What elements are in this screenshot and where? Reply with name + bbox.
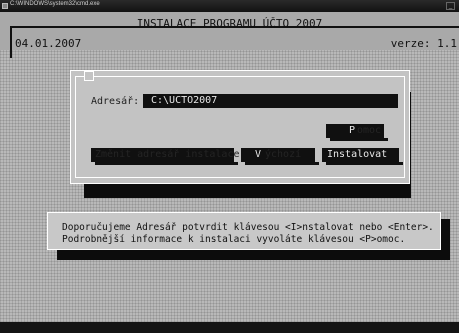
- header-date: 04.01.2007: [13, 37, 84, 50]
- default-button-label: ýchozí: [265, 149, 302, 160]
- directory-value: C:\UCTO2007: [151, 95, 218, 106]
- install-button-label: Instalovat: [327, 149, 388, 160]
- header-version: verze: 1.1: [388, 37, 459, 50]
- default-button[interactable]: V ýchozí: [241, 148, 315, 162]
- help-button[interactable]: P omoc: [326, 124, 384, 138]
- help-button-shadow: [330, 138, 388, 141]
- directory-label: Adresář:: [91, 96, 140, 107]
- window-title: C:\WINDOWS\system32\cmd.exe: [10, 1, 100, 7]
- install-button-shadow: [326, 162, 403, 165]
- message-shadow-right: [441, 219, 450, 260]
- change-directory-shadow: [95, 162, 238, 165]
- default-button-hotkey: V: [255, 149, 262, 160]
- default-button-shadow: [245, 162, 319, 165]
- help-button-label: omoc: [357, 125, 382, 136]
- minimize-icon[interactable]: _: [446, 2, 455, 10]
- help-message-line-1: Doporučujeme Adresář potvrdit klávesou <…: [62, 222, 434, 233]
- help-button-hotkey: P: [349, 125, 356, 136]
- install-button[interactable]: Instalovat: [322, 148, 399, 162]
- message-shadow-bottom: [57, 250, 441, 260]
- console-bottom-edge: [0, 322, 459, 333]
- help-message-line-2: Podrobnější informace k instalaci vyvolá…: [62, 234, 406, 245]
- installer-title: INSTALACE PROGRAMU ÚČTO 2007: [136, 17, 323, 30]
- change-directory-label: Změnit adresář instalace: [95, 149, 240, 160]
- directory-input[interactable]: C:\UCTO2007: [143, 94, 398, 108]
- cmd-window-icon: [2, 3, 8, 9]
- change-directory-button[interactable]: Změnit adresář instalace: [91, 148, 240, 162]
- dialog-close-icon[interactable]: [84, 71, 94, 81]
